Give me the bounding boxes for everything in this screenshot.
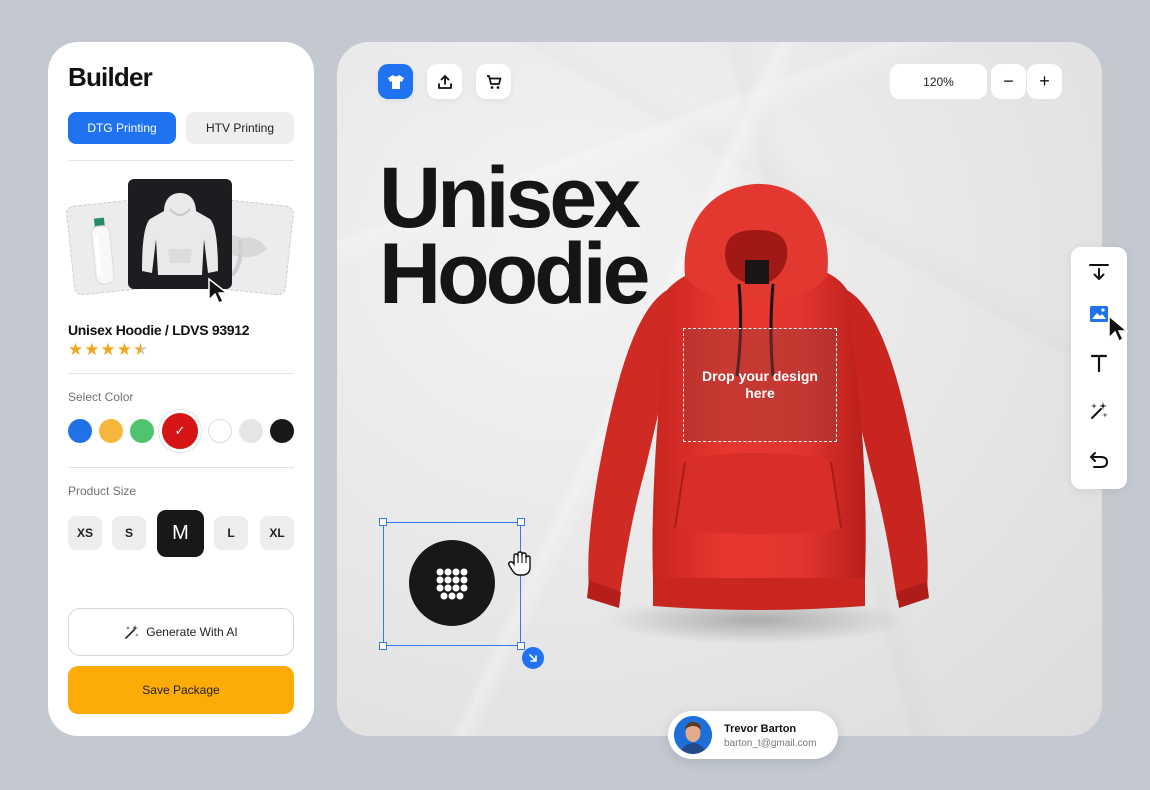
tab-dtg-printing[interactable]: DTG Printing (68, 112, 176, 144)
color-swatch-blue[interactable] (68, 419, 92, 443)
check-icon: ✓ (174, 423, 186, 438)
hoodie-thumbnail (142, 193, 218, 275)
divider (68, 373, 294, 374)
color-swatch-red[interactable]: ✓ (159, 410, 201, 452)
star-icon: ★ (100, 340, 116, 359)
magic-wand-icon (1091, 402, 1108, 419)
save-package-button[interactable]: Save Package (68, 666, 294, 714)
logo-graphic[interactable] (409, 540, 495, 626)
ai-magic-button[interactable] (1087, 399, 1111, 423)
design-drop-zone[interactable]: Drop your design here (683, 328, 837, 442)
dot-grid-logo-icon (436, 568, 468, 600)
resize-handle-bottom-left[interactable] (379, 642, 387, 650)
resize-handle-top-right[interactable] (517, 518, 525, 526)
rating-stars: ★ ★ ★ ★ ★ (68, 340, 148, 360)
size-option-xs[interactable]: XS (68, 516, 102, 550)
star-icon: ★ (68, 340, 84, 359)
cart-icon (486, 74, 501, 89)
tshirt-icon (387, 74, 404, 89)
color-swatch-yellow[interactable] (99, 419, 123, 443)
user-email: barton_t@gmail.com (724, 738, 817, 749)
avatar (674, 716, 712, 754)
generate-with-ai-button[interactable]: Generate With AI (68, 608, 294, 656)
undo-icon (1090, 452, 1109, 468)
undo-button[interactable] (1087, 448, 1111, 472)
generate-label: Generate With AI (146, 625, 238, 639)
tool-upload-button[interactable] (427, 64, 462, 99)
text-icon (1090, 354, 1108, 373)
editor-side-toolbar (1071, 247, 1127, 489)
resize-button[interactable] (522, 647, 544, 669)
tab-htv-printing[interactable]: HTV Printing (186, 112, 294, 144)
divider (68, 467, 294, 468)
size-option-xl[interactable]: XL (260, 516, 294, 550)
size-section-label: Product Size (68, 484, 137, 498)
pointer-cursor-icon (208, 277, 230, 305)
download-button[interactable] (1087, 261, 1111, 285)
star-icon: ★ (116, 340, 132, 359)
magic-wand-icon (125, 625, 140, 639)
product-card-hoodie[interactable] (128, 179, 232, 289)
hand-grab-cursor-icon (507, 551, 531, 576)
color-swatch-black[interactable] (270, 419, 294, 443)
text-tool-button[interactable] (1087, 351, 1111, 375)
color-swatch-light-gray[interactable] (239, 419, 263, 443)
size-option-l[interactable]: L (214, 516, 248, 550)
pointer-cursor-icon (1108, 314, 1130, 343)
color-section-label: Select Color (68, 390, 134, 404)
color-swatch-white[interactable] (208, 419, 232, 443)
download-icon (1089, 264, 1109, 280)
zoom-out-button[interactable]: − (991, 64, 1026, 99)
resize-handle-bottom-right[interactable] (517, 642, 525, 650)
divider (68, 160, 294, 161)
panel-title: Builder (68, 62, 153, 92)
tool-cart-button[interactable] (476, 64, 511, 99)
plus-icon: + (1039, 71, 1050, 91)
zoom-level: 120% (890, 64, 987, 99)
color-swatch-green[interactable] (130, 419, 154, 443)
builder-panel: Builder DTG Printing HTV Printing Unisex… (48, 42, 314, 736)
minus-icon: − (1003, 71, 1014, 91)
half-star-icon: ★ (133, 340, 149, 359)
zoom-in-button[interactable]: + (1027, 64, 1062, 99)
user-avatar-image (674, 716, 712, 754)
product-name: Unisex Hoodie / LDVS 93912 (68, 322, 250, 338)
user-badge[interactable]: Trevor Barton barton_t@gmail.com (668, 711, 838, 759)
tool-apparel-button[interactable] (378, 64, 413, 99)
size-option-m[interactable]: M (157, 510, 204, 557)
resize-handle-top-left[interactable] (379, 518, 387, 526)
user-name: Trevor Barton (724, 723, 797, 735)
design-canvas[interactable]: 120% − + Unisex Hoodie Drop your design … (337, 42, 1102, 736)
star-icon: ★ (84, 340, 100, 359)
arrow-down-right-icon (529, 654, 537, 662)
size-option-s[interactable]: S (112, 516, 146, 550)
upload-icon (437, 74, 452, 89)
